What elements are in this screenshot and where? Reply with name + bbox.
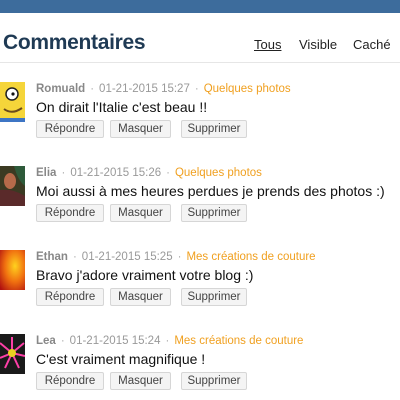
hide-button[interactable]: Masquer — [110, 120, 171, 138]
delete-button[interactable]: Supprimer — [181, 288, 247, 306]
comment-meta: Romuald · 01-21-2015 15:27 · Quelques photos — [36, 83, 291, 95]
hide-button[interactable]: Masquer — [110, 372, 171, 390]
comment-author: Elia — [36, 167, 57, 179]
filter-visible[interactable]: Visible — [299, 37, 337, 52]
comment-post-link[interactable]: Mes créations de couture — [174, 335, 303, 347]
pink-flower-avatar — [0, 334, 25, 389]
comment-text: On dirait l'Italie c'est beau !! — [36, 99, 208, 115]
comment-item: Elia · 01-21-2015 15:26 · Quelques photos Mo… — [0, 166, 400, 234]
comments-header: Commentaires Tous Visible Caché — [0, 13, 400, 63]
comment-text: C'est vraiment magnifique ! — [36, 351, 206, 367]
filter-all[interactable]: Tous — [254, 37, 281, 52]
comment-text: Moi aussi à mes heures perdues je prends… — [36, 183, 385, 199]
comment-date: 01-21-2015 15:25 — [81, 251, 173, 263]
orange-red-abstract-avatar — [0, 250, 25, 305]
hide-button[interactable]: Masquer — [110, 288, 171, 306]
delete-button[interactable]: Supprimer — [181, 120, 247, 138]
comment-text: Bravo j'adore vraiment votre blog :) — [36, 267, 254, 283]
filter-hidden[interactable]: Caché — [353, 37, 391, 52]
reply-button[interactable]: Répondre — [36, 288, 104, 306]
cartoon-character-avatar — [0, 82, 25, 137]
reply-button[interactable]: Répondre — [36, 120, 104, 138]
comment-item: Lea · 01-21-2015 15:24 · Mes créations de co… — [0, 334, 400, 400]
comment-meta: Elia · 01-21-2015 15:26 · Quelques photos — [36, 167, 262, 179]
hide-button[interactable]: Masquer — [110, 204, 171, 222]
top-bar — [0, 0, 400, 13]
comment-author: Lea — [36, 335, 56, 347]
comment-author: Romuald — [36, 83, 86, 95]
comment-item: Romuald · 01-21-2015 15:27 · Quelques photos… — [0, 82, 400, 150]
comment-post-link[interactable]: Quelques photos — [204, 83, 291, 95]
delete-button[interactable]: Supprimer — [181, 372, 247, 390]
comment-date: 01-21-2015 15:26 — [70, 167, 162, 179]
comment-author: Ethan — [36, 251, 68, 263]
comment-meta: Lea · 01-21-2015 15:24 · Mes créations de co… — [36, 335, 304, 347]
header-divider — [0, 62, 400, 63]
comment-post-link[interactable]: Quelques photos — [175, 167, 262, 179]
portrait-painting-avatar — [0, 166, 25, 221]
comment-meta: Ethan · 01-21-2015 15:25 · Mes créations de … — [36, 251, 316, 263]
delete-button[interactable]: Supprimer — [181, 204, 247, 222]
comment-date: 01-21-2015 15:27 — [99, 83, 190, 95]
comment-post-link[interactable]: Mes créations de couture — [186, 251, 315, 263]
reply-button[interactable]: Répondre — [36, 372, 104, 390]
comment-filters: Tous Visible Caché — [0, 37, 400, 53]
comment-date: 01-21-2015 15:24 — [69, 335, 161, 347]
reply-button[interactable]: Répondre — [36, 204, 104, 222]
comment-item: Ethan · 01-21-2015 15:25 · Mes créations de … — [0, 250, 400, 318]
